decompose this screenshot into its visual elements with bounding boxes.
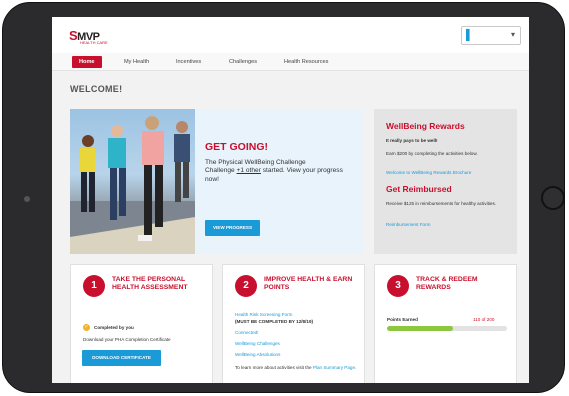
card-improve-health: 2 IMPROVE HEALTH & EARN POINTS Health Ri… [222, 264, 365, 383]
brand-logo-sub: HEALTH CARE [80, 40, 108, 45]
nav-item-health-resources[interactable]: Health Resources [284, 56, 328, 68]
rewards-tagline: It really pays to be well! [386, 138, 438, 143]
hero-banner: GET GOING! The Physical WellBeing Challe… [70, 109, 364, 254]
card-title: TAKE THE PERSONAL HEALTH ASSESSMENT [112, 276, 188, 291]
step-badge: 3 [387, 275, 409, 297]
hero-title: GET GOING! [205, 141, 268, 153]
hero-other-link[interactable]: +1 other [237, 167, 261, 174]
download-text: Download your PHA Completion Certificate [83, 337, 171, 342]
screening-form-link[interactable]: Health Risk Screening Form [235, 312, 292, 318]
learn-more-text: To learn more about activities visit the… [235, 365, 360, 371]
connected-link[interactable]: Connected! [235, 330, 259, 336]
hero-text: The Physical WellBeing Challenge Challen… [205, 159, 355, 184]
hero-text-pre: Challenge [205, 167, 237, 175]
runners-photo [70, 109, 195, 254]
screen: SMVP HEALTH CARE ▌ ▾ Home My Health Ince… [52, 17, 529, 383]
screening-deadline-note: (MUST BE COMPLETED BY 12/8/19) [235, 319, 314, 324]
card-title: IMPROVE HEALTH & EARN POINTS [264, 276, 353, 291]
step-badge: 1 [83, 275, 105, 297]
points-progress-fill [387, 326, 453, 331]
tablet-frame: SMVP HEALTH CARE ▌ ▾ Home My Health Ince… [2, 2, 565, 393]
rewards-earn-text: Earn $200 by completing the activities b… [386, 151, 478, 156]
wellbeing-absolutions-link[interactable]: WellBeing Absolutions [235, 352, 280, 358]
user-menu-select[interactable]: ▌ ▾ [461, 26, 521, 45]
completed-status: Completed by you [94, 325, 134, 330]
view-progress-button[interactable]: VIEW PROGRESS [205, 220, 260, 236]
plan-summary-link[interactable]: Plan Summary Page. [313, 365, 356, 370]
home-button[interactable] [541, 186, 565, 210]
camera-dot [24, 196, 30, 202]
nav-item-challenges[interactable]: Challenges [229, 56, 257, 68]
points-earned-value: 110 of 200 [473, 317, 495, 322]
learn-more-pre: To learn more about activities visit the [235, 365, 313, 370]
nav-item-incentives[interactable]: Incentives [176, 56, 201, 68]
download-certificate-button[interactable]: DOWNLOAD CERTIFICATE [82, 350, 161, 366]
rewards-brochure-link[interactable]: Welcome to WellBeing Rewards Brochure [386, 170, 471, 175]
step-badge: 2 [235, 275, 257, 297]
main-nav: Home My Health Incentives Challenges Hea… [52, 53, 529, 71]
card-health-assessment: 1 TAKE THE PERSONAL HEALTH ASSESSMENT ✓ … [70, 264, 213, 383]
card-track-rewards: 3 TRACK & REDEEM REWARDS Points Earned 1… [374, 264, 517, 383]
checkmark-icon: ✓ [83, 324, 90, 331]
page-title: WELCOME! [70, 84, 123, 94]
rewards-panel: WellBeing Rewards It really pays to be w… [374, 109, 517, 254]
points-earned-label: Points Earned [387, 317, 418, 322]
chevron-down-icon: ▾ [510, 30, 515, 39]
points-progress-bar [387, 326, 507, 331]
reimbursed-title: Get Reimbursed [386, 184, 452, 194]
top-bar: SMVP HEALTH CARE ▌ ▾ [52, 17, 529, 53]
rewards-title: WellBeing Rewards [386, 121, 465, 131]
user-avatar-icon: ▌ [466, 30, 474, 41]
reimbursed-text: Receive $125 in reimbursements for healt… [386, 201, 497, 206]
nav-item-home[interactable]: Home [72, 56, 102, 68]
nav-item-my-health[interactable]: My Health [124, 56, 149, 68]
wellbeing-challenges-link[interactable]: WellBeing Challenges [235, 341, 280, 347]
card-title: TRACK & REDEEM REWARDS [416, 276, 478, 291]
hero-text-line-1: The Physical WellBeing Challenge [205, 159, 306, 166]
reimbursement-form-link[interactable]: Reimbursement Form [386, 222, 430, 227]
